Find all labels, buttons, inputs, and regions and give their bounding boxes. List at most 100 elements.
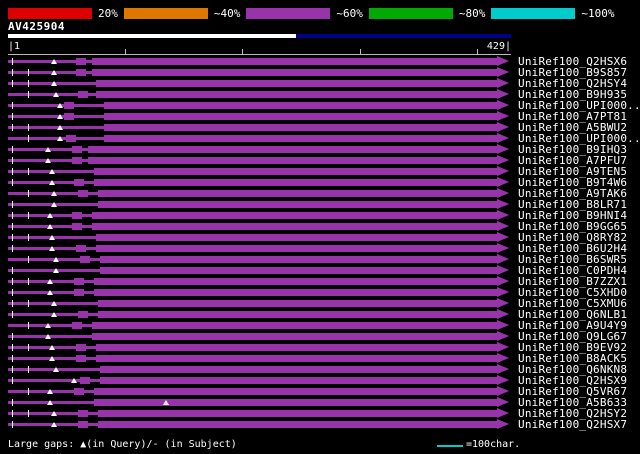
scale-segment-label: 20% [98,7,118,20]
subject-gap-tick-icon [12,377,13,384]
query-gap-triangle-icon [45,323,51,328]
query-gap-triangle-icon [47,213,53,218]
query-gap-triangle-icon [57,125,63,130]
alignment-bar-thick [92,223,497,230]
alignment-bar-block [74,179,84,186]
alignment-bar-block [76,58,86,65]
alignment-bar-block [78,311,88,318]
subject-gap-tick-icon [28,366,29,373]
subject-gap-tick-icon [12,289,13,296]
query-gap-triangle-icon [51,202,57,207]
query-gap-triangle-icon [57,136,63,141]
alignment-arrow-icon [497,375,509,385]
alignment-arrow-icon [497,342,509,352]
subject-gap-tick-icon [12,58,13,65]
scale-segment [8,8,92,19]
query-gap-triangle-icon [45,158,51,163]
scale-segment-label: ~60% [336,7,363,20]
query-gap-triangle-icon [51,191,57,196]
query-gap-triangle-icon [49,356,55,361]
alignment-bar-thick [98,421,497,428]
alignment-arrow-icon [497,386,509,396]
alignment-bar-block [76,344,86,351]
query-gap-triangle-icon [53,257,59,262]
subject-gap-tick-icon [28,69,29,76]
alignment-arrow-icon [497,397,509,407]
alignment-bar-thick [104,102,497,109]
alignment-arrow-icon [497,254,509,264]
subject-gap-tick-icon [12,245,13,252]
subject-gap-tick-icon [28,212,29,219]
query-gap-triangle-icon [53,268,59,273]
ruler-tick [242,49,243,55]
alignment-arrow-icon [497,188,509,198]
subject-gap-tick-icon [28,135,29,142]
alignment-bar-thick [98,311,497,318]
alignment-bar-thick [88,146,497,153]
query-gap-triangle-icon [47,290,53,295]
alignment-bar-thick [100,256,497,263]
alignment-arrow-icon [497,199,509,209]
alignment-arrow-icon [497,177,509,187]
subject-gap-tick-icon [28,168,29,175]
subject-gap-tick-icon [28,278,29,285]
alignment-arrow-icon [497,309,509,319]
alignment-bar-block [74,388,84,395]
query-gap-triangle-icon [53,367,59,372]
subject-gap-tick-icon [12,355,13,362]
alignment-bar-thick [92,322,497,329]
alignment-arrow-icon [497,56,509,66]
subject-gap-tick-icon [28,388,29,395]
subject-gap-tick-icon [12,344,13,351]
query-gap-triangle-icon [49,345,55,350]
alignment-bar-thick [94,388,497,395]
subject-gap-tick-icon [12,168,13,175]
alignment-arrow-icon [497,221,509,231]
alignment-arrow-icon [497,89,509,99]
alignment-bar-block [66,135,76,142]
subject-gap-tick-icon [12,333,13,340]
alignment-bar-thick [100,267,497,274]
scale-segment-label: ~40% [213,7,241,20]
subject-gap-tick-icon [12,124,13,131]
alignment-bar-thick [98,300,497,307]
alignment-arrow-icon [497,331,509,341]
query-gap-triangle-icon [47,400,53,405]
subject-gap-tick-icon [28,124,29,131]
subject-gap-tick-icon [28,256,29,263]
alignment-bar-thick [94,278,497,285]
identity-scale-bar: 20% ~40% ~60% ~80% ~100% [8,8,621,19]
subject-gap-tick-icon [12,69,13,76]
alignment-bar-thick [92,58,497,65]
alignment-row[interactable]: UniRef100_Q2HSX7 [8,419,640,430]
subject-gap-tick-icon [28,190,29,197]
subject-gap-tick-icon [12,278,13,285]
alignment-bar-thick [88,157,497,164]
alignment-bar-block [78,410,88,417]
alignment-arrow-icon [497,276,509,286]
alignment-arrow-icon [497,210,509,220]
subject-gap-tick-icon [28,322,29,329]
alignment-arrow-icon [497,144,509,154]
alignment-bar-block [74,278,84,285]
alignment-bar-thick [96,234,497,241]
alignment-bar-thick [98,410,497,417]
subject-gap-tick-icon [12,157,13,164]
query-gap-triangle-icon [53,92,59,97]
hit-label[interactable]: UniRef100_Q2HSX7 [518,419,627,430]
subject-gap-tick-icon [12,102,13,109]
query-gap-triangle-icon [51,70,57,75]
query-name: AV425904 [8,20,65,33]
query-gap-triangle-icon [51,59,57,64]
subject-gap-tick-icon [12,212,13,219]
alignment-bar-block [76,355,86,362]
alignment-arrow-icon [497,232,509,242]
query-gap-triangle-icon [51,301,57,306]
alignment-bar-thick [96,344,497,351]
alignment-bar-thick [104,124,497,131]
alignment-bar-thick [96,91,497,98]
alignment-bar-block [80,377,90,384]
alignment-arrow-icon [497,155,509,165]
query-gap-triangle-icon [45,147,51,152]
query-bar [8,34,511,38]
